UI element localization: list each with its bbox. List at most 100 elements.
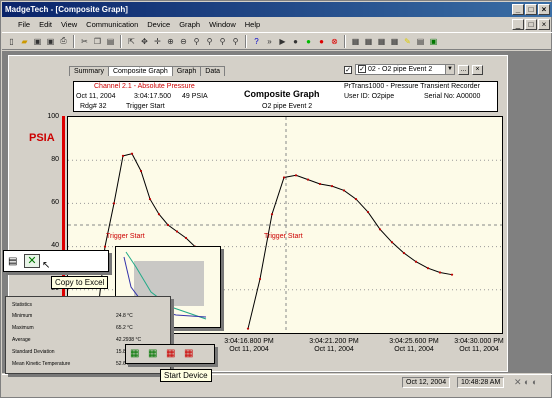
- reading-number: Rdg# 32: [80, 103, 107, 110]
- stat-label: Mean Kinetic Temperature: [12, 361, 71, 367]
- title-bar: MadgeTech - [Composite Graph] _ □ ×: [2, 2, 552, 17]
- event-dropdown[interactable]: ✓ 02 - O2 pipe Event 2 ▼: [355, 64, 455, 75]
- tab-summary[interactable]: Summary: [69, 66, 109, 76]
- stop-icon[interactable]: ●: [316, 36, 327, 47]
- event-inner-checkbox[interactable]: ✓: [358, 65, 366, 73]
- grid3-icon[interactable]: ▦: [376, 36, 387, 47]
- stat-value: 24.8 °C: [116, 313, 133, 319]
- paste-icon[interactable]: ▤: [105, 36, 116, 47]
- tab-graph[interactable]: Graph: [171, 66, 202, 76]
- toolbar-separator: [344, 34, 346, 48]
- minimize-button[interactable]: _: [512, 4, 524, 15]
- menu-view[interactable]: View: [61, 20, 77, 29]
- doc-minimize-button[interactable]: _: [512, 19, 524, 30]
- data-point: [139, 169, 143, 173]
- close-button[interactable]: ×: [538, 4, 550, 15]
- table-icon[interactable]: ▤: [8, 256, 17, 267]
- x-tick-date: Oct 11, 2004: [314, 346, 354, 353]
- trigger-annotation: Trigger Start: [264, 233, 303, 240]
- menu-file[interactable]: File: [18, 20, 30, 29]
- device-toolbar-popup: ▦ ▦ ▦ ▦: [125, 344, 215, 364]
- start-device-icon[interactable]: ▦: [130, 348, 139, 359]
- menu-edit[interactable]: Edit: [39, 20, 52, 29]
- close-event-button[interactable]: ×: [472, 64, 483, 75]
- menu-communication[interactable]: Communication: [86, 20, 138, 29]
- stop-device-icon[interactable]: ▦: [166, 348, 175, 359]
- serial-number: Serial No: A00000: [424, 93, 481, 100]
- record-icon[interactable]: ●: [290, 36, 301, 47]
- zoom-fit-icon[interactable]: ⚲: [217, 36, 228, 47]
- copy-icon[interactable]: ❐: [92, 36, 103, 47]
- cancel-icon[interactable]: ⊗: [329, 36, 340, 47]
- data-point: [402, 251, 406, 255]
- zoom-x-icon[interactable]: ⚲: [191, 36, 202, 47]
- data-point: [426, 267, 430, 270]
- menu-graph[interactable]: Graph: [179, 20, 200, 29]
- maximize-button[interactable]: □: [525, 4, 537, 15]
- window-title: MadgeTech - [Composite Graph]: [5, 5, 128, 14]
- data-point: [130, 152, 134, 155]
- excel-icon[interactable]: ▣: [428, 36, 439, 47]
- grid2-icon[interactable]: ▦: [363, 36, 374, 47]
- stat-value: 65.2 °C: [116, 325, 133, 331]
- more-button[interactable]: ...: [458, 64, 469, 75]
- menu-device[interactable]: Device: [147, 20, 170, 29]
- x-tick-1: 3:04:21.200 PM Oct 11, 2004: [294, 338, 374, 354]
- view-tabs: Summary Composite Graph Graph Data: [69, 66, 226, 76]
- y-axis-unit: PSIA: [29, 132, 55, 144]
- status-indicator-icon: ✕ ◐ ◐: [514, 377, 538, 387]
- stats-title: Statistics: [12, 302, 33, 308]
- menu-help[interactable]: Help: [245, 20, 260, 29]
- doc-close-button[interactable]: ×: [538, 19, 550, 30]
- chevron-down-icon[interactable]: ▼: [445, 65, 454, 74]
- zoom-in-icon[interactable]: ⊕: [165, 36, 176, 47]
- save-icon[interactable]: ▣: [32, 36, 43, 47]
- series-line: [247, 174, 453, 329]
- stat-label: Average: [12, 337, 31, 343]
- grid1-icon[interactable]: ▦: [350, 36, 361, 47]
- zoom-out-icon[interactable]: ⊖: [178, 36, 189, 47]
- data-point: [121, 154, 125, 157]
- save-all-icon[interactable]: ▣: [45, 36, 56, 47]
- data-point: [438, 271, 442, 274]
- data-point: [354, 197, 358, 201]
- channel-label: Channel 2.1 - Absolute Pressure: [94, 83, 195, 90]
- help-icon[interactable]: ?: [251, 36, 262, 47]
- zoom-reset-icon[interactable]: ⚲: [230, 36, 241, 47]
- start-icon[interactable]: ●: [303, 36, 314, 47]
- open-folder-icon[interactable]: ▰: [19, 36, 30, 47]
- data-point: [157, 213, 161, 216]
- tab-data[interactable]: Data: [200, 66, 226, 76]
- data-point: [148, 197, 152, 201]
- move-icon[interactable]: ✛: [152, 36, 163, 47]
- data-point: [166, 223, 170, 227]
- pan-icon[interactable]: ✥: [139, 36, 150, 47]
- print-icon[interactable]: ⎙: [58, 36, 69, 47]
- start-device-alt-icon[interactable]: ▦: [148, 348, 157, 359]
- graph-title: Composite Graph: [244, 89, 320, 99]
- highlight-icon[interactable]: ✎: [402, 36, 413, 47]
- event-checkbox[interactable]: ✓: [344, 65, 352, 74]
- zoom-y-icon[interactable]: ⚲: [204, 36, 215, 47]
- new-file-icon[interactable]: ▯: [6, 36, 17, 47]
- toolbar-separator: [245, 34, 247, 48]
- trigger-annotation: Trigger Start: [106, 233, 145, 240]
- data-point: [270, 213, 274, 216]
- menu-window[interactable]: Window: [209, 20, 236, 29]
- cut-icon[interactable]: ✂: [79, 36, 90, 47]
- doc-restore-button[interactable]: □: [525, 19, 537, 30]
- play-icon[interactable]: ▶: [277, 36, 288, 47]
- cursor-time: 3:04:17.500: [134, 93, 171, 100]
- stat-label: Minimum: [12, 313, 33, 319]
- fast-forward-icon[interactable]: »: [264, 36, 275, 47]
- excel-icon[interactable]: ✕: [24, 254, 40, 268]
- reset-device-icon[interactable]: ▦: [184, 348, 193, 359]
- x-tick-0: 3:04:16.800 PM Oct 11, 2004: [209, 338, 289, 354]
- data-point: [175, 230, 179, 233]
- grid4-icon[interactable]: ▦: [389, 36, 400, 47]
- data-point: [246, 327, 250, 330]
- tab-composite-graph[interactable]: Composite Graph: [107, 66, 173, 76]
- select-icon[interactable]: ⇱: [126, 36, 137, 47]
- table-icon[interactable]: ▤: [415, 36, 426, 47]
- status-bar: Oct 12, 2004 10:48:28 AM ✕ ◐ ◐: [2, 374, 552, 388]
